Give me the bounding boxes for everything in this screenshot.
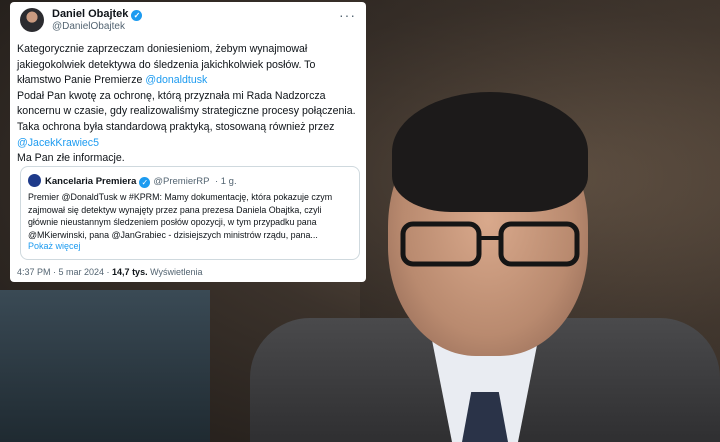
tweet-timestamp[interactable]: 4:37 PM · 5 mar 2024 · xyxy=(17,267,112,277)
tweet-meta: 4:37 PM · 5 mar 2024 · 14,7 tys. Wyświet… xyxy=(17,267,203,277)
verified-icon: ✓ xyxy=(131,10,143,21)
tweet-text: Kategorycznie zaprzeczam doniesieniom, ż… xyxy=(17,42,362,167)
quoted-author-handle: @PremierRP xyxy=(153,176,210,187)
more-options-icon[interactable]: ··· xyxy=(339,7,356,23)
tweet-card[interactable]: Daniel Obajtek ✓ @DanielObajtek ··· Kateg… xyxy=(10,2,366,282)
mention-link[interactable]: @JacekKrawiec5 xyxy=(17,137,99,149)
quoted-tweet[interactable]: Kancelaria Premiera ✓ @PremierRP · 1 g. Pr… xyxy=(20,166,360,260)
tweet-header: Daniel Obajtek ✓ @DanielObajtek ··· xyxy=(16,7,360,33)
background-window xyxy=(0,290,210,442)
mention-link[interactable]: @donaldtusk xyxy=(145,74,207,86)
tweet-paragraph: Podał Pan kwotę za ochronę, którą przyzn… xyxy=(17,89,362,151)
show-more-link[interactable]: Pokaż więcej xyxy=(28,241,81,251)
avatar[interactable] xyxy=(20,8,44,32)
quoted-time: · 1 g. xyxy=(214,176,237,187)
tweet-paragraph: Ma Pan złe informacje. xyxy=(17,152,125,165)
tweet-paragraph: Kategorycznie zaprzeczam doniesieniom, ż… xyxy=(17,42,362,89)
views-count: 14,7 tys. xyxy=(112,267,148,277)
quoted-author-name: Kancelaria Premiera xyxy=(45,176,137,187)
person-hair xyxy=(392,92,588,212)
quoted-tweet-header: Kancelaria Premiera ✓ @PremierRP · 1 g. xyxy=(28,174,237,188)
author-name-text: Daniel Obajtek xyxy=(52,8,129,20)
author-name[interactable]: Daniel Obajtek ✓ xyxy=(52,8,143,21)
verified-icon: ✓ xyxy=(139,177,151,188)
quoted-tweet-text: Premier @DonaldTusk w #KPRM: Mamy dokume… xyxy=(28,192,333,240)
glasses-icon xyxy=(400,221,580,267)
author-handle[interactable]: @DanielObajtek xyxy=(52,21,125,32)
tweet-text-segment: Podał Pan kwotę za ochronę, którą przyzn… xyxy=(17,89,356,133)
quoted-avatar xyxy=(28,174,41,187)
views-label: Wyświetlenia xyxy=(147,267,203,277)
